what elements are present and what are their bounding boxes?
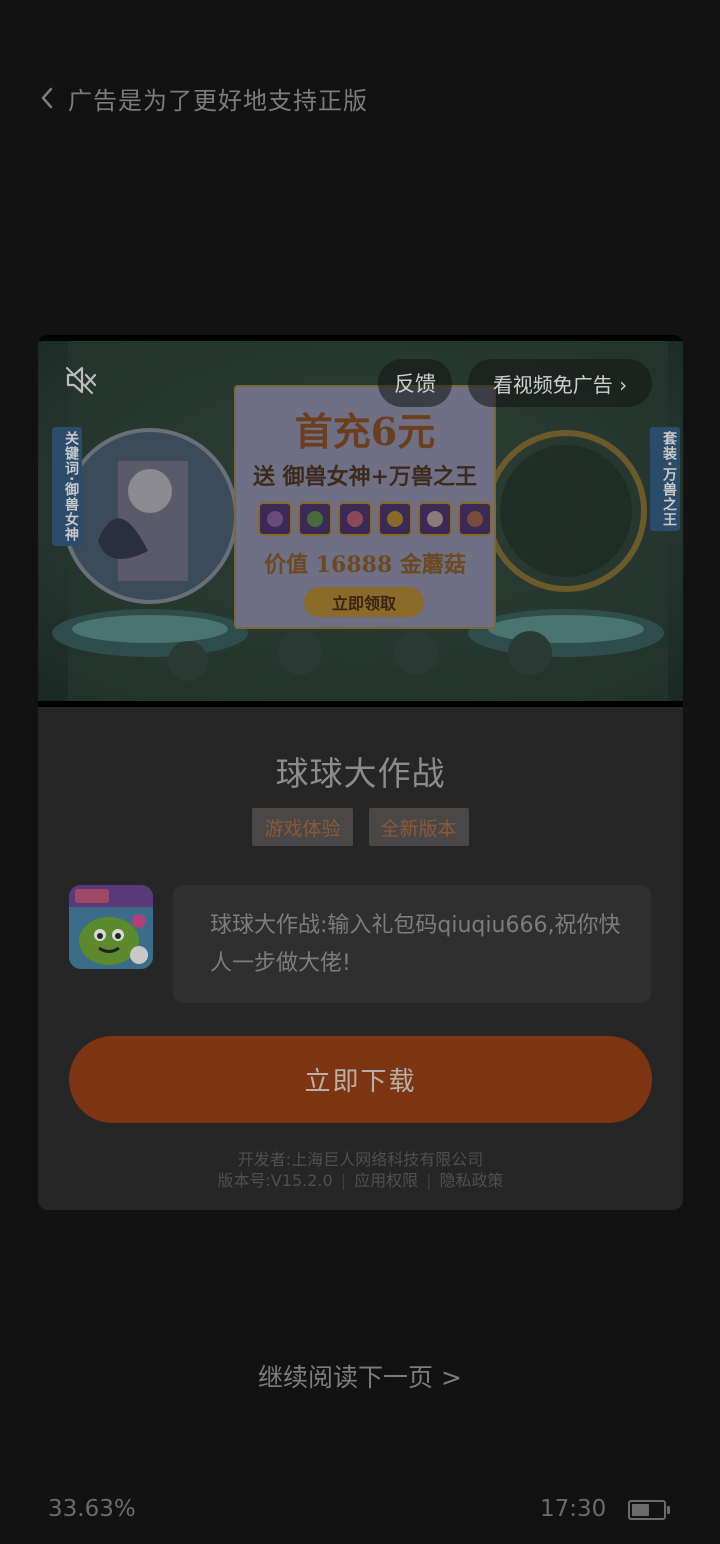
app-version: 版本号:V15.2.0 [217, 1171, 333, 1190]
battery-icon [628, 1500, 666, 1520]
battery-cap [667, 1506, 670, 1514]
reward-item-icon [298, 502, 332, 536]
reward-item-icon [378, 502, 412, 536]
reward-item-icon [458, 502, 492, 536]
promo-left-tag: 关键词·御兽女神 [52, 427, 82, 547]
promo-right-tag: 套装·万兽之王 [650, 427, 680, 532]
reward-item-icon [258, 502, 292, 536]
clock: 17:30 [540, 1496, 607, 1522]
promo-headline: 首充6元 [294, 409, 436, 454]
feedback-button[interactable]: 反馈 [378, 359, 452, 407]
reward-item-icon [418, 502, 452, 536]
app-tag: 全新版本 [368, 808, 469, 846]
permissions-link[interactable]: 应用权限 [354, 1171, 418, 1190]
app-tags: 游戏体验 全新版本 [38, 808, 683, 846]
back-chevron-icon[interactable] [36, 87, 58, 109]
muted-speaker-icon[interactable] [64, 365, 98, 395]
app-tag: 游戏体验 [252, 808, 353, 846]
app-meta: 版本号:V15.2.0 | 应用权限 | 隐私政策 [38, 1167, 683, 1191]
app-name: 球球大作战 [275, 754, 446, 793]
promo-subline: 送 御兽女神+万兽之王 [252, 464, 478, 490]
download-button[interactable]: 立即下载 [69, 1036, 652, 1123]
privacy-link[interactable]: 隐私政策 [440, 1171, 504, 1190]
battery-fill [632, 1504, 649, 1516]
app-description-bubble: 球球大作战:输入礼包码qiuqiu666,祝你快人一步做大佬! [173, 885, 651, 1003]
promo-panel[interactable]: 首充6元 送 御兽女神+万兽之王 价值 16888 金蘑菇 立即领取 [234, 385, 496, 629]
divider: | [426, 1171, 432, 1190]
header-title: 广告是为了更好地支持正版 [68, 86, 368, 115]
app-description: 球球大作战:输入礼包码qiuqiu666,祝你快人一步做大佬! [210, 913, 621, 976]
promo-value: 价值 16888 金蘑菇 [264, 552, 466, 578]
reward-item-icon [338, 502, 372, 536]
app-icon[interactable] [69, 885, 153, 969]
header-bar: 广告是为了更好地支持正版 [36, 78, 368, 118]
promo-claim-button[interactable]: 立即领取 [304, 587, 424, 617]
ad-card: 关键词·御兽女神 套装·万兽之王 首充6元 送 御兽女神+万兽之王 价值 168… [38, 335, 683, 1210]
divider: | [340, 1171, 347, 1190]
ad-banner[interactable]: 关键词·御兽女神 套装·万兽之王 首充6元 送 御兽女神+万兽之王 价值 168… [38, 335, 683, 707]
promo-items [258, 502, 492, 536]
reading-progress: 33.63% [48, 1496, 136, 1522]
next-page-link[interactable]: 继续阅读下一页 > [0, 1358, 720, 1394]
watch-video-skip-ad-button[interactable]: 看视频免广告 › [468, 359, 652, 407]
